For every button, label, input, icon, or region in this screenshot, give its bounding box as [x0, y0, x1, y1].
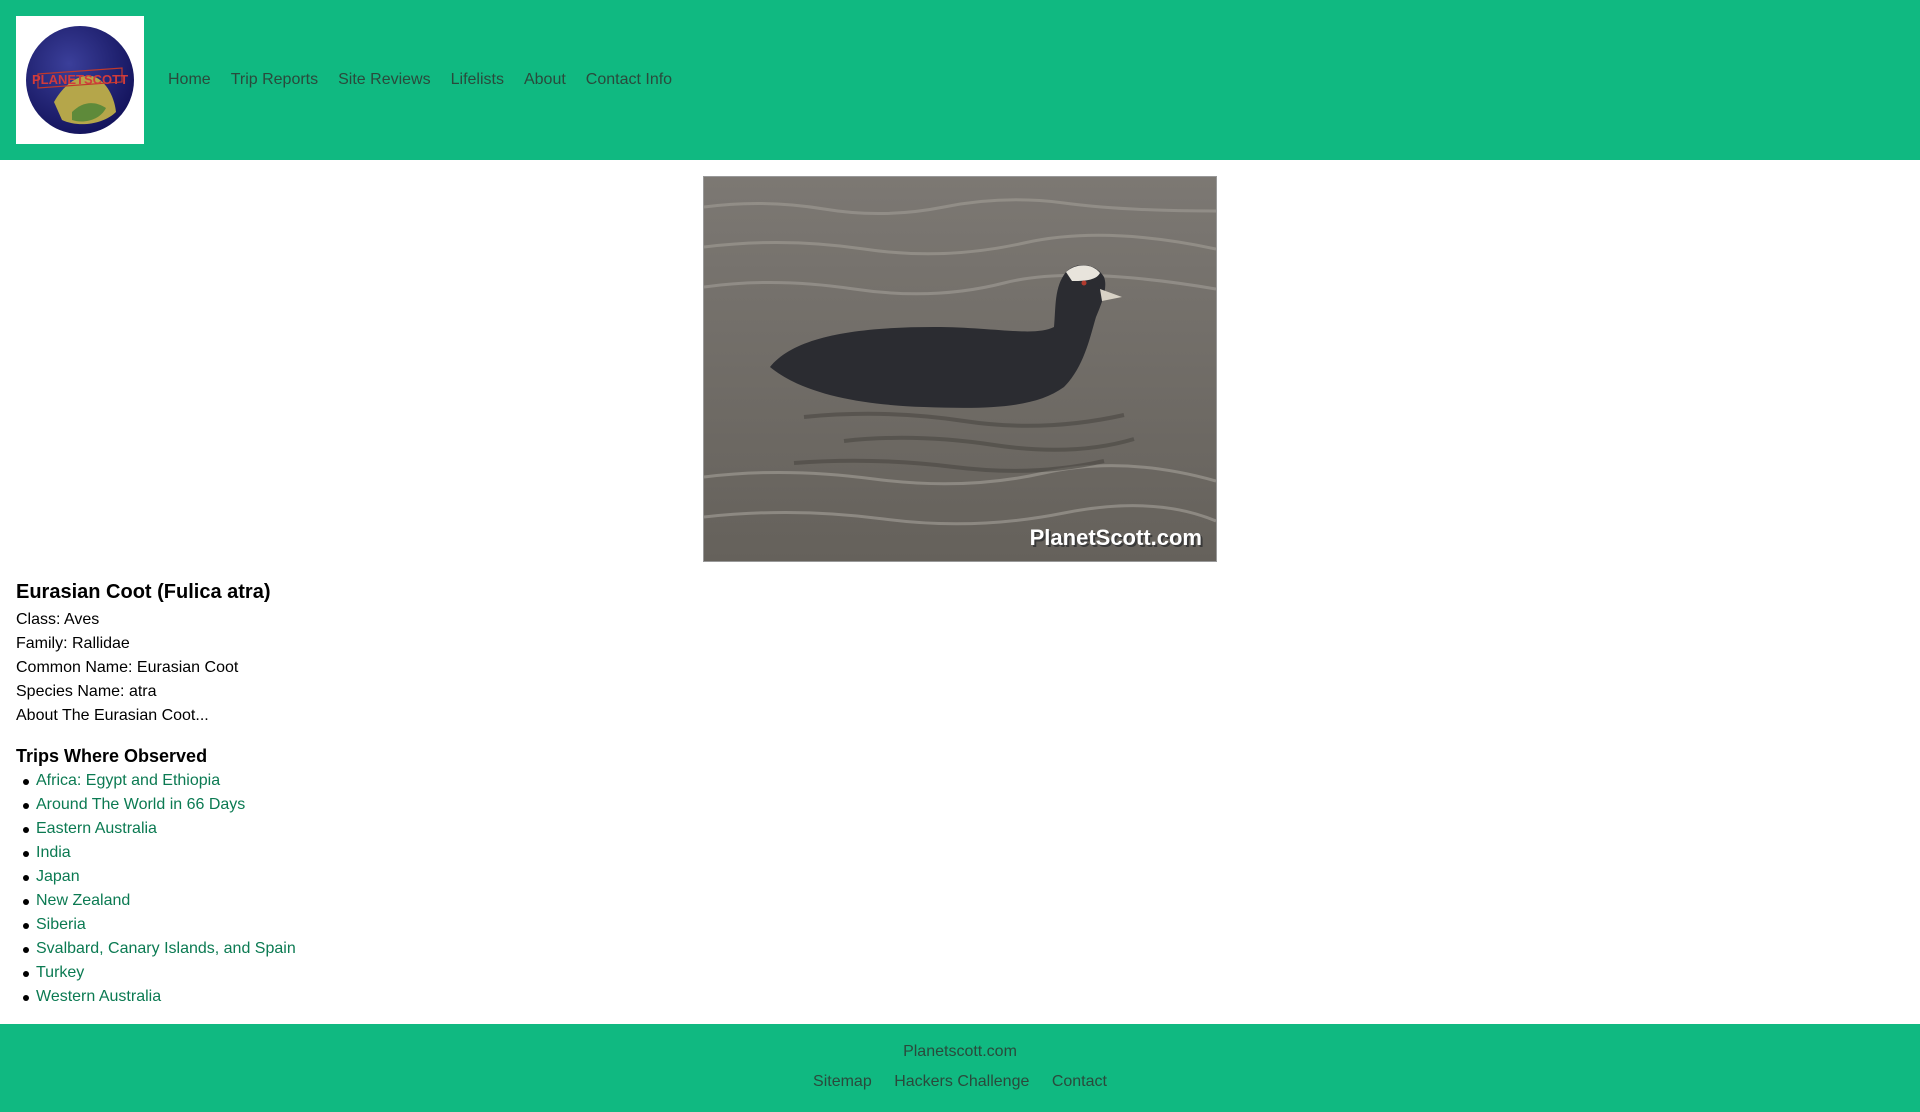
- list-item: New Zealand: [16, 889, 1904, 913]
- trip-link[interactable]: Western Australia: [36, 988, 161, 1005]
- footer-hackers-challenge-link[interactable]: Hackers Challenge: [894, 1073, 1029, 1090]
- trip-link[interactable]: Turkey: [36, 964, 84, 981]
- list-item: Siberia: [16, 913, 1904, 937]
- site-footer: Planetscott.com Sitemap Hackers Challeng…: [0, 1024, 1920, 1112]
- trips-heading: Trips Where Observed: [16, 746, 208, 766]
- trip-link[interactable]: Japan: [36, 868, 80, 885]
- footer-site-name: Planetscott.com: [903, 1043, 1017, 1060]
- nav-home-link[interactable]: Home: [168, 71, 211, 89]
- nav-contact-info-link[interactable]: Contact Info: [586, 71, 672, 89]
- species-info: Eurasian Coot (Fulica atra) Class: Aves …: [0, 581, 1920, 1009]
- list-item: Turkey: [16, 961, 1904, 985]
- species-family: Family: Rallidae: [16, 635, 130, 652]
- site-logo[interactable]: PLANETSCOTT: [16, 16, 144, 144]
- trip-link[interactable]: Around The World in 66 Days: [36, 796, 245, 813]
- list-item: Eastern Australia: [16, 817, 1904, 841]
- trip-link[interactable]: Africa: Egypt and Ethiopia: [36, 772, 220, 789]
- nav-lifelists-link[interactable]: Lifelists: [451, 71, 504, 89]
- list-item: Africa: Egypt and Ethiopia: [16, 769, 1904, 793]
- nav-site-reviews-link[interactable]: Site Reviews: [338, 71, 430, 89]
- species-species-name: Species Name: atra: [16, 683, 157, 700]
- footer-links: Sitemap Hackers Challenge Contact: [0, 1073, 1920, 1091]
- list-item: Western Australia: [16, 985, 1904, 1009]
- species-photo: PlanetScott.com PlanetScott.com: [703, 176, 1217, 562]
- trip-link[interactable]: India: [36, 844, 71, 861]
- globe-logo-icon: PLANETSCOTT: [26, 26, 134, 134]
- list-item: Japan: [16, 865, 1904, 889]
- coot-photo-image: PlanetScott.com PlanetScott.com: [703, 177, 1217, 561]
- site-header: PLANETSCOTT Home Trip Reports Site Revie…: [0, 0, 1920, 160]
- trips-list: Africa: Egypt and Ethiopia Around The Wo…: [16, 769, 1904, 1009]
- trip-link[interactable]: Eastern Australia: [36, 820, 157, 837]
- list-item: Around The World in 66 Days: [16, 793, 1904, 817]
- species-common-name: Common Name: Eurasian Coot: [16, 659, 239, 676]
- list-item: Svalbard, Canary Islands, and Spain: [16, 937, 1904, 961]
- photo-watermark: PlanetScott.com: [1030, 525, 1202, 550]
- trip-link[interactable]: Siberia: [36, 916, 86, 933]
- photo-container: PlanetScott.com PlanetScott.com: [0, 160, 1920, 562]
- main-nav: Home Trip Reports Site Reviews Lifelists…: [168, 71, 692, 89]
- trip-link[interactable]: New Zealand: [36, 892, 130, 909]
- footer-sitemap-link[interactable]: Sitemap: [813, 1073, 872, 1090]
- species-class: Class: Aves: [16, 611, 100, 628]
- species-title: Eurasian Coot (Fulica atra): [16, 581, 271, 603]
- svg-text:PLANETSCOTT: PLANETSCOTT: [32, 72, 128, 87]
- nav-trip-reports-link[interactable]: Trip Reports: [231, 71, 318, 89]
- trip-link[interactable]: Svalbard, Canary Islands, and Spain: [36, 940, 296, 957]
- nav-about-link[interactable]: About: [524, 71, 566, 89]
- species-about: About The Eurasian Coot...: [16, 707, 209, 724]
- list-item: India: [16, 841, 1904, 865]
- footer-contact-link[interactable]: Contact: [1052, 1073, 1107, 1090]
